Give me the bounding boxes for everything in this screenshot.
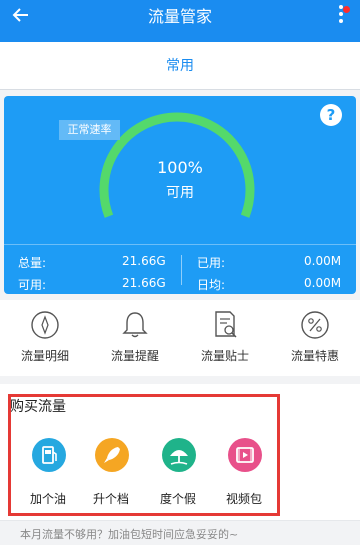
used-value: 0.00M <box>304 254 342 268</box>
divider <box>0 89 360 90</box>
rocket-icon <box>95 438 129 472</box>
speed-status-badge: 正常速率 <box>59 120 120 140</box>
available-status: 可用 <box>166 185 194 201</box>
bottom-hint: 本月流量不够用？加油包短时间应急妥妥的~ <box>20 528 239 541</box>
available-percent: 100% <box>157 158 203 177</box>
film-icon <box>228 438 262 472</box>
buy-item-vacation[interactable]: 度个假 <box>146 438 210 508</box>
quick-action-traffic-tips[interactable]: 流量贴士 <box>180 300 270 376</box>
daily-average-label: 日均: <box>197 278 226 292</box>
quick-action-traffic-reminder[interactable]: 流量提醒 <box>90 300 180 376</box>
buy-item-label: 度个假 <box>159 492 196 506</box>
used-label: 已用: <box>197 256 226 270</box>
quick-action-label: 流量特惠 <box>290 349 339 363</box>
stats-divider <box>181 255 182 285</box>
buy-item-fuel[interactable]: 加个油 <box>16 438 80 508</box>
total-value: 21.66G <box>122 254 166 268</box>
percent-icon <box>301 311 329 339</box>
buy-item-video-pack[interactable]: 视频包 <box>212 438 276 508</box>
tab-common[interactable]: 常用 <box>0 42 360 90</box>
total-label: 总量: <box>18 256 47 270</box>
top-app-bar: 流量管家 <box>0 0 360 42</box>
available-value: 21.66G <box>122 276 166 290</box>
traffic-stats: 总量: 21.66G 可用: 21.66G 已用: 0.00M 日均: 0.00… <box>4 244 356 293</box>
compass-icon <box>31 311 59 339</box>
fuel-pump-icon <box>32 438 66 472</box>
bell-icon <box>122 312 148 338</box>
buy-item-label: 升个档 <box>92 492 129 506</box>
page-title: 流量管家 <box>147 7 212 26</box>
available-label: 可用: <box>18 278 47 292</box>
quick-action-label: 流量贴士 <box>200 349 249 363</box>
quick-action-traffic-deals[interactable]: 流量特惠 <box>270 300 360 376</box>
help-button[interactable]: ? <box>320 104 342 126</box>
buy-item-upgrade[interactable]: 升个档 <box>79 438 143 508</box>
quick-action-traffic-detail[interactable]: 流量明细 <box>0 300 90 376</box>
notification-dot <box>343 6 350 13</box>
tab-bar: 常用 <box>0 42 360 90</box>
buy-item-label: 加个油 <box>29 492 66 506</box>
document-search-icon <box>215 311 237 338</box>
beach-umbrella-icon <box>162 438 196 472</box>
quick-action-label: 流量提醒 <box>110 349 159 363</box>
quick-actions: 流量明细 流量提醒 流量贴士 流量特惠 <box>0 300 360 376</box>
buy-item-label: 视频包 <box>225 492 262 506</box>
quick-action-label: 流量明细 <box>20 349 69 363</box>
divider <box>0 520 360 521</box>
daily-average-value: 0.00M <box>304 276 342 290</box>
